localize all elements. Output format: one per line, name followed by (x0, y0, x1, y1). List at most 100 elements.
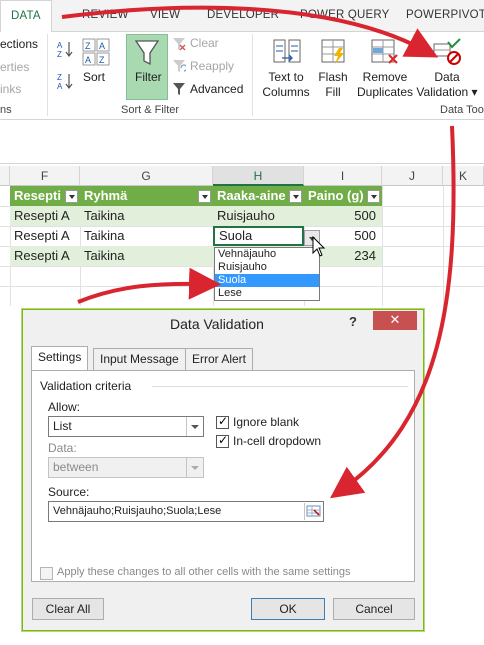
remove-duplicates-icon[interactable] (370, 38, 400, 66)
table-cell[interactable]: Resepti A (10, 206, 80, 226)
svg-text:Z: Z (85, 41, 91, 51)
edit-links-button[interactable]: inks (0, 82, 21, 97)
filter-dropdown-icon[interactable] (65, 190, 78, 203)
ignore-blank-label: Ignore blank (233, 415, 300, 429)
dropdown-item[interactable]: Ruisjauho (215, 261, 319, 274)
column-header-i[interactable]: I (304, 166, 382, 186)
table-header-cell[interactable]: Raaka-aine (213, 186, 304, 206)
source-label: Source: (48, 485, 90, 499)
table-header-cell[interactable]: Resepti (10, 186, 80, 206)
tab-powerpivot[interactable]: POWERPIVOT (406, 9, 484, 21)
header-paino: Paino (g) (308, 188, 364, 203)
in-cell-dropdown-label: In-cell dropdown (233, 434, 322, 448)
filter-button[interactable]: Filter (126, 34, 168, 100)
table-cell[interactable]: Ruisjauho (213, 206, 304, 226)
sort-button-label[interactable]: Sort (83, 70, 105, 85)
tab-settings[interactable]: Settings (31, 346, 89, 371)
sort-ascending-icon[interactable]: AZ (56, 40, 74, 59)
dialog-titlebar[interactable]: Data Validation ? ✕ (23, 310, 423, 340)
table-header-cell[interactable]: Paino (g) (304, 186, 382, 206)
tab-developer[interactable]: DEVELOPER (207, 9, 279, 21)
filter-dropdown-icon[interactable] (289, 190, 302, 203)
cancel-button[interactable]: Cancel (333, 598, 415, 620)
flash-fill-icon[interactable] (320, 38, 348, 66)
flash-fill-button[interactable]: Flash Fill (316, 70, 350, 100)
tab-review[interactable]: REVIEW (82, 9, 129, 21)
validation-criteria-heading: Validation criteria (40, 379, 132, 393)
text-to-columns-line2: Columns (262, 85, 310, 99)
data-label: Data: (48, 441, 77, 455)
sort-filter-group-title: Sort & Filter (121, 104, 180, 116)
group-separator (47, 34, 48, 116)
apply-all-checkbox[interactable] (40, 567, 53, 580)
filter-dropdown-icon[interactable] (367, 190, 380, 203)
svg-text:Z: Z (99, 55, 105, 65)
header-resepti: Resepti (14, 188, 61, 203)
data-select[interactable]: between (48, 457, 204, 478)
table-cell[interactable]: Taikina (80, 206, 213, 226)
close-button[interactable]: ✕ (373, 311, 417, 330)
flash-fill-line1: Flash (318, 70, 348, 84)
advanced-button[interactable]: Advanced (190, 82, 243, 97)
chevron-down-icon[interactable] (186, 417, 203, 436)
column-header-k[interactable]: K (443, 166, 484, 186)
data-validation-line2: Validation ▾ (416, 85, 478, 99)
svg-text:Z: Z (57, 50, 62, 58)
dropdown-item[interactable]: Vehnäjauho (215, 248, 319, 261)
flash-fill-line2: Fill (325, 85, 341, 99)
filter-dropdown-icon[interactable] (198, 190, 211, 203)
table-header-cell[interactable]: Ryhmä (80, 186, 213, 206)
clear-button[interactable]: Clear (190, 36, 219, 51)
mouse-cursor-icon (312, 235, 326, 258)
tab-input-message[interactable]: Input Message (93, 348, 186, 370)
table-cell[interactable]: 500 (304, 206, 382, 226)
remove-duplicates-line2: Duplicates (356, 85, 414, 99)
remove-duplicates-button[interactable]: Remove Duplicates (356, 70, 414, 100)
column-header-f[interactable]: F (10, 166, 80, 186)
connections-group-title: ns (0, 104, 12, 116)
dropdown-item-selected[interactable]: Suola (215, 274, 319, 287)
data-tools-group-title: Data Too (440, 104, 484, 116)
tab-view[interactable]: VIEW (150, 9, 180, 21)
data-validation-button[interactable]: Data Validation ▾ (414, 70, 480, 100)
text-to-columns-button[interactable]: Text to Columns (262, 70, 310, 100)
reapply-button[interactable]: Reapply (190, 59, 234, 74)
connections-button[interactable]: ections (0, 37, 38, 52)
in-cell-dropdown-checkbox[interactable] (216, 433, 229, 448)
properties-button[interactable]: erties (0, 60, 29, 75)
ribbon-tab-bar: DATA REVIEW VIEW DEVELOPER POWER QUERY P… (0, 0, 484, 33)
active-cell[interactable]: Suola (213, 226, 304, 246)
group-separator (252, 34, 253, 116)
remove-duplicates-line1: Remove (362, 70, 408, 84)
sort-descending-icon[interactable]: ZA (56, 72, 74, 91)
text-to-columns-icon[interactable] (272, 38, 302, 66)
column-header-h[interactable]: H (213, 166, 304, 186)
dropdown-item[interactable]: Lese (215, 287, 319, 300)
table-cell[interactable]: Resepti A (10, 246, 80, 266)
apply-all-label: Apply these changes to all other cells w… (57, 566, 351, 578)
ignore-blank-checkbox[interactable] (216, 414, 229, 429)
allow-select[interactable]: List (48, 416, 204, 437)
table-cell[interactable]: Resepti A (10, 226, 80, 246)
ok-button[interactable]: OK (251, 598, 325, 620)
table-cell[interactable]: Taikina (80, 246, 213, 266)
column-header-j[interactable]: J (382, 166, 443, 186)
column-header-g[interactable]: G (80, 166, 213, 186)
clear-all-button[interactable]: Clear All (32, 598, 104, 620)
data-validation-icon[interactable] (432, 38, 462, 66)
tab-data[interactable]: DATA (0, 0, 52, 33)
text-to-columns-line1: Text to (268, 70, 304, 84)
advanced-filter-icon (172, 82, 186, 96)
help-button[interactable]: ? (349, 314, 357, 329)
range-select-icon[interactable] (304, 503, 322, 520)
data-select-value: between (53, 460, 99, 474)
header-ryhma: Ryhmä (84, 188, 128, 203)
chevron-down-icon[interactable] (186, 458, 203, 477)
source-input[interactable]: Vehnäjauho;Ruisjauho;Suola;Lese (48, 501, 324, 522)
header-raaka-aine: Raaka-aine (217, 188, 286, 203)
sort-dialog-icon[interactable]: ZAAZ (82, 38, 110, 66)
clear-filter-icon (172, 37, 186, 51)
tab-power-query[interactable]: POWER QUERY (300, 9, 390, 21)
table-cell[interactable]: Taikina (80, 226, 213, 246)
tab-error-alert[interactable]: Error Alert (185, 348, 254, 370)
